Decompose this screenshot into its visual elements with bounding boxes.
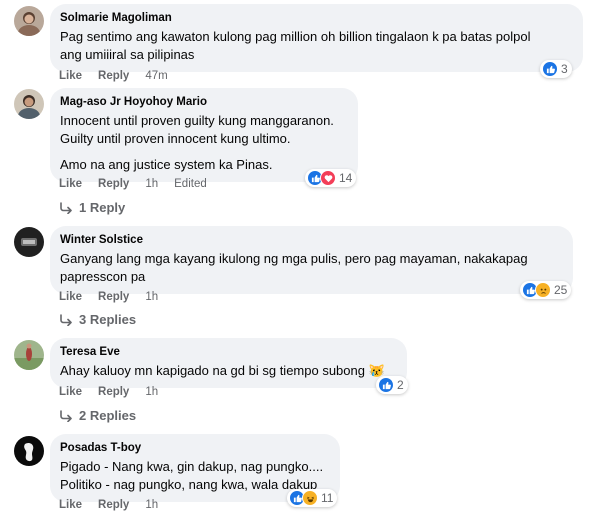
reaction-summary[interactable]: 3	[540, 60, 572, 78]
like-icon	[378, 377, 394, 393]
reply-arrow-icon	[60, 202, 72, 214]
view-replies-link[interactable]: 3 Replies	[59, 311, 136, 329]
comment-actions: Like Reply 1h	[59, 498, 174, 512]
replies-count-label: 3 Replies	[79, 312, 137, 327]
reaction-count: 11	[321, 491, 334, 505]
comment-timestamp[interactable]: 1h	[145, 178, 158, 190]
replies-count-label: 1 Reply	[79, 200, 126, 215]
avatar[interactable]	[14, 227, 44, 257]
comment-text: Ahay kaluoy mn kapigado na gd bi sg tiem…	[60, 363, 365, 378]
comment-timestamp[interactable]: 1h	[145, 386, 158, 398]
avatar[interactable]	[14, 89, 44, 119]
reply-button[interactable]: Reply	[98, 291, 129, 303]
like-button[interactable]: Like	[59, 70, 82, 82]
comment-timestamp[interactable]: 1h	[145, 499, 158, 511]
comment-timestamp[interactable]: 47m	[145, 70, 167, 82]
edited-label[interactable]: Edited	[174, 178, 207, 190]
reaction-summary[interactable]: 25	[520, 281, 572, 299]
reaction-count: 14	[339, 171, 353, 185]
comment-author[interactable]: Solmarie Magoliman	[60, 11, 572, 25]
haha-icon	[302, 490, 318, 506]
comment-timestamp[interactable]: 1h	[145, 291, 158, 303]
comment-text-line: ang umiiiral sa pilipinas	[60, 47, 195, 62]
reaction-count: 2	[397, 378, 404, 392]
comment-author[interactable]: Posadas T-boy	[60, 441, 329, 455]
comment-text-line: Pigado - Nang kwa, gin dakup, nag pungko…	[60, 459, 324, 474]
reply-button[interactable]: Reply	[98, 499, 129, 511]
comment-bubble: Solmarie Magoliman Pag sentimo ang kawat…	[50, 4, 583, 72]
sad-icon	[535, 282, 551, 298]
comment-text-line: Guilty until proven innocent kung ultimo…	[60, 131, 291, 146]
comment-bubble: Winter Solstice Ganyang lang mga kayang …	[50, 226, 573, 294]
comment-text-line: Ahay kaluoy mn kapigado na gd bi sg tiem…	[60, 362, 396, 380]
reaction-count: 25	[554, 283, 568, 297]
comment-text-line: Amo na ang justice system ka Pinas.	[60, 157, 273, 172]
replies-count-label: 2 Replies	[79, 408, 137, 423]
comment-text-line: Pag sentimo ang kawaton kulong pag milli…	[60, 29, 531, 44]
like-icon	[542, 61, 558, 77]
comment-actions: Like Reply 47m	[59, 69, 184, 83]
comment-actions: Like Reply 1h	[59, 290, 174, 304]
comment-bubble: Teresa Eve Ahay kaluoy mn kapigado na gd…	[50, 338, 407, 388]
reply-arrow-icon	[60, 410, 72, 422]
comment-text-line: papresscon pa	[60, 269, 146, 284]
reaction-summary[interactable]: 2	[376, 376, 408, 394]
like-button[interactable]: Like	[59, 499, 82, 511]
love-icon	[320, 170, 336, 186]
reaction-summary[interactable]: 11	[287, 489, 338, 507]
like-button[interactable]: Like	[59, 178, 82, 190]
view-replies-link[interactable]: 2 Replies	[59, 407, 136, 425]
comment-actions: Like Reply 1h	[59, 385, 174, 399]
reply-button[interactable]: Reply	[98, 70, 129, 82]
view-replies-link[interactable]: 1 Reply	[59, 199, 125, 217]
reaction-count: 3	[561, 62, 568, 76]
comment-text-line: Ganyang lang mga kayang ikulong ng mga p…	[60, 251, 528, 266]
reply-arrow-icon	[60, 314, 72, 326]
reply-button[interactable]: Reply	[98, 178, 129, 190]
comment-text-line: Innocent until proven guilty kung mangga…	[60, 113, 334, 128]
comment-author[interactable]: Mag-aso Jr Hoyohoy Mario	[60, 95, 347, 109]
comment-author[interactable]: Winter Solstice	[60, 233, 562, 247]
comment-author[interactable]: Teresa Eve	[60, 345, 396, 359]
comment-actions: Like Reply 1h Edited	[59, 177, 223, 191]
avatar[interactable]	[14, 340, 44, 370]
like-button[interactable]: Like	[59, 291, 82, 303]
reply-button[interactable]: Reply	[98, 386, 129, 398]
avatar[interactable]	[14, 6, 44, 36]
comment-bubble: Mag-aso Jr Hoyohoy Mario Innocent until …	[50, 88, 358, 182]
like-button[interactable]: Like	[59, 386, 82, 398]
reaction-summary[interactable]: 14	[305, 169, 357, 187]
avatar[interactable]	[14, 436, 44, 466]
